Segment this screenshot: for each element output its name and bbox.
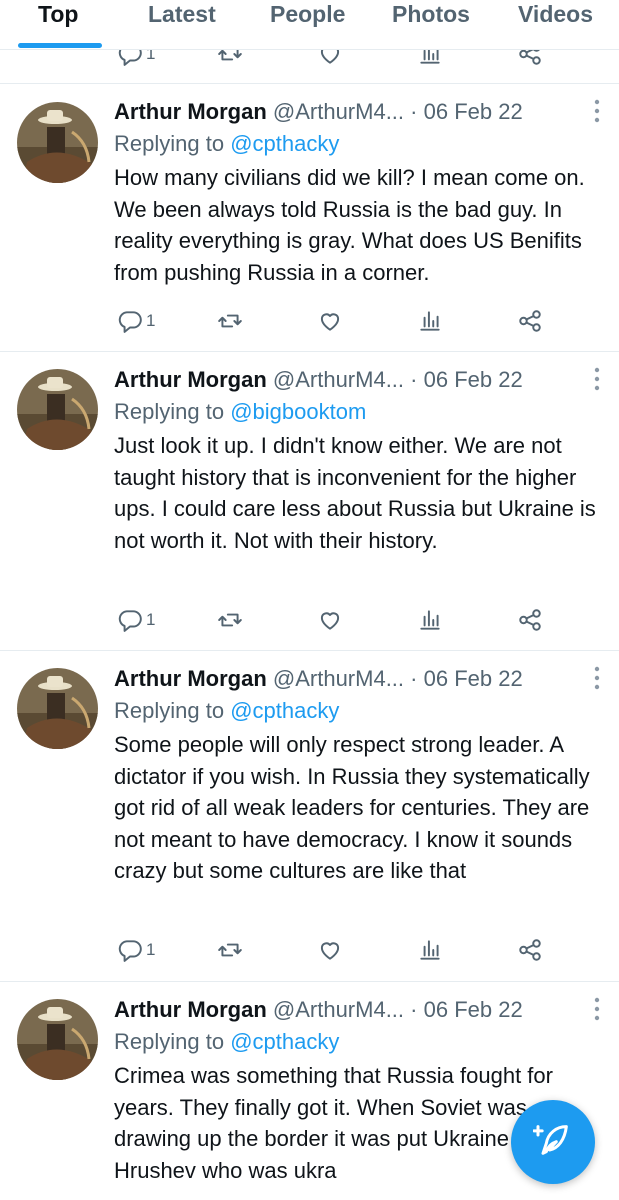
reply-button[interactable]: 1 — [117, 303, 155, 339]
separator: · — [410, 99, 418, 124]
like-button[interactable] — [317, 932, 343, 968]
analytics-icon — [417, 308, 443, 334]
replying-prefix: Replying to — [114, 1029, 225, 1054]
author-handle[interactable]: @ArthurM4... — [273, 997, 404, 1022]
tab-videos-label: Videos — [518, 1, 593, 27]
retweet-button[interactable] — [217, 932, 243, 968]
tweet-text: Just look it up. I didn't know either. W… — [114, 433, 596, 553]
author-handle[interactable]: @ArthurM4... — [273, 99, 404, 124]
replying-prefix: Replying to — [114, 131, 225, 156]
more-vertical-icon[interactable] — [587, 364, 607, 394]
tweet[interactable]: Arthur Morgan @ArthurM4... · 06 Feb 22 R… — [0, 651, 619, 981]
more-vertical-icon[interactable] — [587, 96, 607, 126]
replying-to: Replying to @bigbooktom — [114, 396, 599, 428]
retweet-icon — [217, 607, 243, 633]
tweet-date[interactable]: 06 Feb 22 — [424, 666, 523, 691]
tweet-text: How many civilians did we kill? I mean c… — [114, 165, 585, 285]
tweet-actions: 1 — [0, 602, 619, 638]
analytics-icon — [417, 937, 443, 963]
tab-photos[interactable]: Photos — [392, 0, 470, 50]
tweet-header: Arthur Morgan @ArthurM4... · 06 Feb 22 — [114, 663, 600, 695]
retweet-button[interactable] — [217, 602, 243, 638]
tab-videos[interactable]: Videos — [518, 0, 593, 50]
like-icon — [317, 607, 343, 633]
replying-to: Replying to @cpthacky — [114, 695, 599, 727]
tweet-header: Arthur Morgan @ArthurM4... · 06 Feb 22 — [114, 364, 600, 396]
tab-people-label: People — [270, 1, 346, 27]
reply-count: 1 — [146, 940, 156, 959]
retweet-button[interactable] — [217, 303, 243, 339]
like-button[interactable] — [317, 602, 343, 638]
search-tabs: Top Latest People Photos Videos — [0, 0, 619, 50]
reply-icon — [117, 607, 143, 633]
analytics-icon — [417, 607, 443, 633]
tweet-actions: 1 — [0, 303, 619, 339]
replying-mention[interactable]: @cpthacky — [230, 698, 339, 723]
author-name[interactable]: Arthur Morgan — [114, 997, 267, 1022]
tweet[interactable]: Arthur Morgan @ArthurM4... · 06 Feb 22 R… — [0, 352, 619, 650]
more-vertical-icon[interactable] — [587, 994, 607, 1024]
avatar[interactable] — [17, 102, 98, 183]
avatar[interactable] — [17, 999, 98, 1080]
separator: · — [410, 997, 418, 1022]
replying-mention[interactable]: @cpthacky — [230, 131, 339, 156]
analytics-button[interactable] — [417, 303, 443, 339]
tab-latest-label: Latest — [148, 1, 216, 27]
tweet-header: Arthur Morgan @ArthurM4... · 06 Feb 22 — [114, 994, 600, 1026]
reply-button[interactable]: 1 — [117, 602, 155, 638]
share-button[interactable] — [517, 932, 543, 968]
compose-tweet-button[interactable] — [511, 1100, 595, 1184]
tweet-date[interactable]: 06 Feb 22 — [424, 99, 523, 124]
separator: · — [410, 367, 418, 392]
reply-count: 1 — [146, 610, 156, 629]
replying-mention[interactable]: @cpthacky — [230, 1029, 339, 1054]
like-icon — [317, 308, 343, 334]
analytics-button[interactable] — [417, 602, 443, 638]
compose-tweet-icon — [532, 1120, 573, 1165]
like-button[interactable] — [317, 303, 343, 339]
tab-photos-label: Photos — [392, 1, 470, 27]
author-handle[interactable]: @ArthurM4... — [273, 666, 404, 691]
author-name[interactable]: Arthur Morgan — [114, 99, 267, 124]
reply-button[interactable]: 1 — [117, 932, 155, 968]
reply-count: 1 — [146, 311, 156, 330]
share-button[interactable] — [517, 303, 543, 339]
tweet-text: Some people will only respect strong lea… — [114, 732, 590, 883]
separator: · — [410, 666, 418, 691]
replying-to: Replying to @cpthacky — [114, 128, 599, 160]
share-button[interactable] — [517, 602, 543, 638]
tweet-actions: 1 — [0, 932, 619, 968]
more-vertical-icon[interactable] — [587, 663, 607, 693]
replying-prefix: Replying to — [114, 399, 225, 424]
share-icon — [517, 607, 543, 633]
avatar[interactable] — [17, 668, 98, 749]
tweet[interactable]: Arthur Morgan @ArthurM4... · 06 Feb 22 R… — [0, 84, 619, 351]
active-tab-indicator — [18, 43, 102, 48]
reply-icon — [117, 937, 143, 963]
avatar[interactable] — [17, 369, 98, 450]
replying-mention[interactable]: @bigbooktom — [230, 399, 366, 424]
tab-latest[interactable]: Latest — [148, 0, 216, 50]
author-name[interactable]: Arthur Morgan — [114, 666, 267, 691]
replying-to: Replying to @cpthacky — [114, 1026, 599, 1058]
tab-top-label: Top — [38, 1, 79, 27]
reply-icon — [117, 308, 143, 334]
replying-prefix: Replying to — [114, 698, 225, 723]
share-icon — [517, 308, 543, 334]
tab-people[interactable]: People — [270, 0, 345, 50]
retweet-icon — [217, 937, 243, 963]
like-icon — [317, 937, 343, 963]
author-name[interactable]: Arthur Morgan — [114, 367, 267, 392]
tweet-header: Arthur Morgan @ArthurM4... · 06 Feb 22 — [114, 96, 600, 128]
author-handle[interactable]: @ArthurM4... — [273, 367, 404, 392]
tweet-date[interactable]: 06 Feb 22 — [424, 997, 523, 1022]
share-icon — [517, 937, 543, 963]
retweet-icon — [217, 308, 243, 334]
tweet-date[interactable]: 06 Feb 22 — [424, 367, 523, 392]
analytics-button[interactable] — [417, 932, 443, 968]
